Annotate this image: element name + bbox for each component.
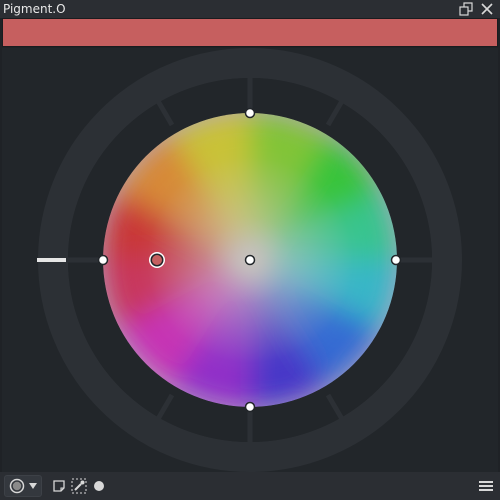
- window-title: Pigment.O: [3, 2, 66, 16]
- selected-color-marker[interactable]: [149, 252, 165, 268]
- center-handle[interactable]: [244, 254, 256, 266]
- current-color-swatch[interactable]: [2, 18, 498, 47]
- color-picker-icon[interactable]: [71, 478, 87, 494]
- dropdown-arrow-icon: [28, 482, 38, 490]
- color-wheel-mode-icon: [9, 478, 25, 494]
- title-bar: Pigment.O: [0, 0, 500, 18]
- close-icon[interactable]: [479, 1, 495, 17]
- bottom-handle[interactable]: [244, 401, 256, 413]
- wheel-mode-button[interactable]: [4, 475, 42, 497]
- bottom-toolbar: [0, 472, 500, 500]
- color-wheel-area: [37, 48, 462, 472]
- float-window-icon[interactable]: [458, 1, 474, 17]
- right-handle[interactable]: [390, 254, 402, 266]
- note-icon[interactable]: [51, 478, 67, 494]
- dot-icon[interactable]: [91, 478, 107, 494]
- left-handle[interactable]: [97, 254, 109, 266]
- color-wheel-panel: [2, 48, 498, 472]
- hamburger-menu-icon[interactable]: [478, 478, 494, 494]
- top-handle[interactable]: [244, 107, 256, 119]
